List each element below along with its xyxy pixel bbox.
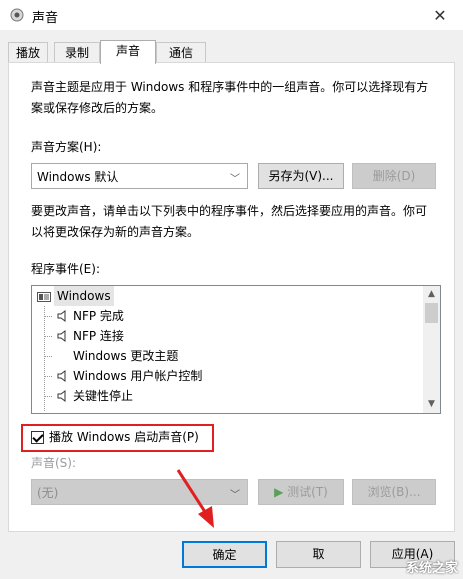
tab-sounds[interactable]: 声音 [100,40,156,64]
watermark-text: 系统之家 [405,561,458,576]
annotation-arrow [176,469,214,528]
